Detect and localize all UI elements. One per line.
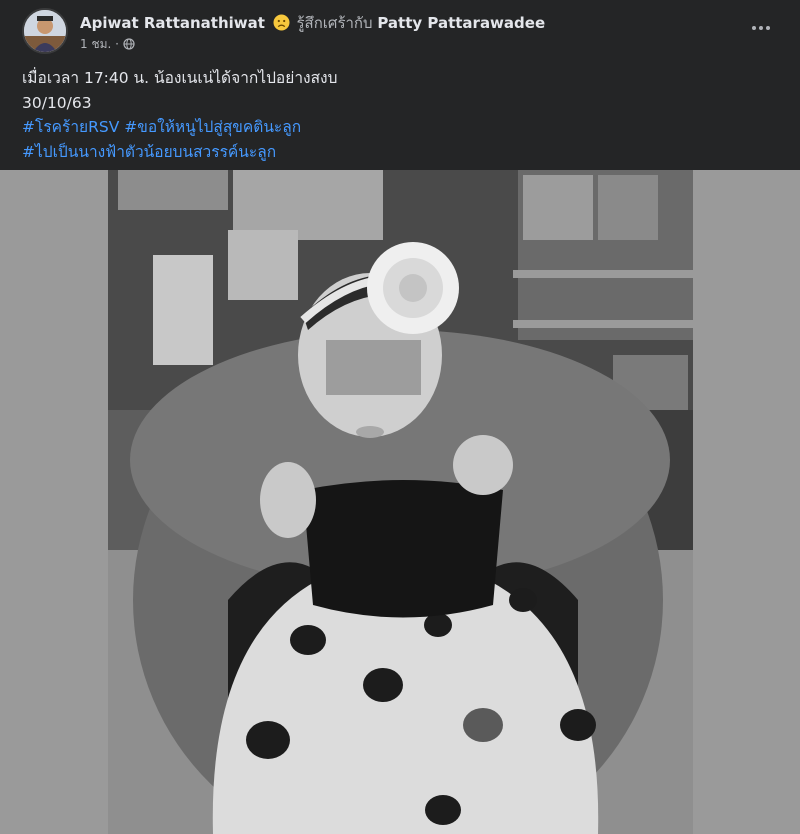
post-text-line: เมื่อเวลา 17:40 น. น้องเนเน่ได้จากไปอย่า… [22,69,338,87]
post-media[interactable] [0,170,800,834]
more-options-button[interactable] [748,18,774,38]
facebook-post: Apiwat Rattanathiwat รู้สึกเศร้ากับ Patt… [0,0,800,834]
globe-icon[interactable] [123,38,135,50]
post-date-line: 30/10/63 [22,93,92,112]
author-avatar[interactable] [22,8,68,54]
post-title-line: Apiwat Rattanathiwat รู้สึกเศร้ากับ Patt… [80,11,545,35]
meta-separator: · [115,37,119,51]
feeling-text: รู้สึกเศร้ากับ [296,14,373,32]
post-meta: 1 ชม. · [80,35,135,54]
post-text: เมื่อเวลา 17:40 น. น้องเนเน่ได้จากไปอย่า… [22,66,780,164]
hashtag-line[interactable]: #ไปเป็นนางฟ้าตัวน้อยบนสวรรค์นะลูก [22,140,780,165]
post-header: Apiwat Rattanathiwat รู้สึกเศร้ากับ Patt… [22,8,800,54]
post-timestamp[interactable]: 1 ชม. [80,37,111,51]
post-photo[interactable] [108,170,693,834]
tagged-user[interactable]: Patty Pattarawadee [377,14,545,32]
author-name[interactable]: Apiwat Rattanathiwat [80,14,265,32]
hashtag-line[interactable]: #โรคร้ายRSV #ขอให้หนูไปสู่สุขคตินะลูก [22,115,780,140]
more-dots-icon [752,26,770,30]
sad-face-icon [273,14,290,31]
